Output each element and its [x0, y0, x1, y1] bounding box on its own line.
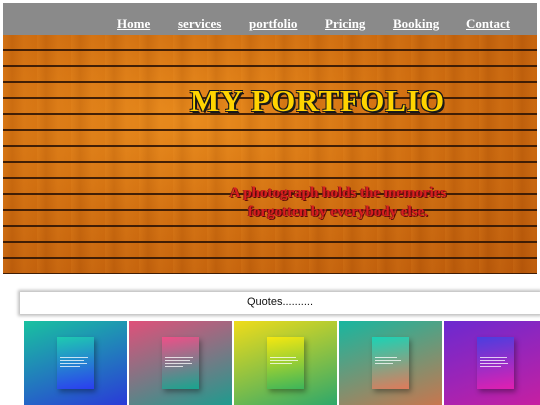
poster-image: [162, 337, 199, 389]
gallery-tile[interactable]: [339, 321, 442, 405]
top-navbar: Home services portfolio Pricing Booking …: [3, 3, 537, 35]
poster-image: [477, 337, 514, 389]
hero-title: MY PORTFOLIO: [190, 83, 446, 118]
poster-image: [267, 337, 304, 389]
poster-image: [372, 337, 409, 389]
nav-link-services[interactable]: services: [178, 16, 221, 32]
hero-quote: A photograph holds the memories forgotte…: [193, 184, 483, 222]
nav-link-booking[interactable]: Booking: [393, 16, 439, 32]
nav-link-pricing[interactable]: Pricing: [325, 16, 365, 32]
quotes-bar: Quotes..........: [20, 292, 540, 314]
gallery-tile[interactable]: [129, 321, 232, 405]
poster-image: [57, 337, 94, 389]
nav-link-portfolio[interactable]: portfolio: [249, 16, 297, 32]
portfolio-gallery: [24, 321, 540, 405]
nav-link-contact[interactable]: Contact: [466, 16, 510, 32]
gallery-tile[interactable]: [234, 321, 337, 405]
hero-banner: MY PORTFOLIO A photograph holds the memo…: [3, 35, 537, 274]
gallery-tile[interactable]: [24, 321, 127, 405]
quotes-label: Quotes..........: [246, 296, 314, 308]
hero-quote-line-2: forgotten by everybody else.: [248, 204, 428, 220]
gallery-tile[interactable]: [444, 321, 540, 405]
hero-quote-line-1: A photograph holds the memories: [229, 185, 447, 201]
nav-link-home[interactable]: Home: [117, 16, 150, 32]
